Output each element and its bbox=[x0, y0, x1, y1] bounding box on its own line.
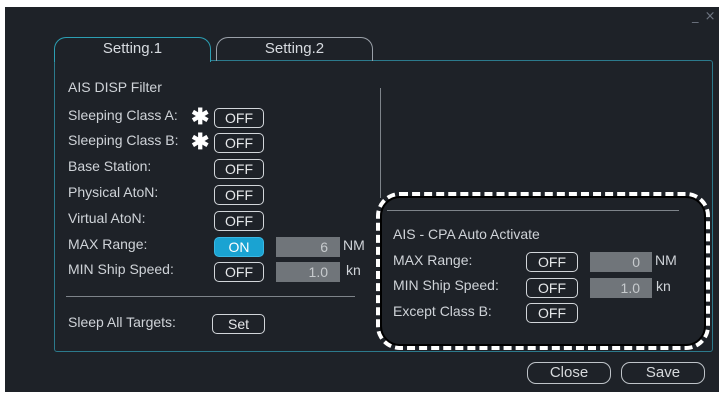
sleeping-class-b-label: Sleeping Class B: bbox=[68, 132, 179, 148]
sleep-all-targets-set-button[interactable]: Set bbox=[212, 314, 265, 334]
cpa-max-range-field[interactable]: 0 bbox=[590, 252, 652, 272]
cpa-min-ship-speed-field[interactable]: 1.0 bbox=[590, 278, 652, 298]
virtual-aton-toggle[interactable]: OFF bbox=[214, 211, 264, 231]
cpa-min-ship-speed-unit: kn bbox=[656, 278, 671, 294]
virtual-aton-label: Virtual AtoN: bbox=[68, 210, 146, 226]
min-ship-speed-field[interactable]: 1.0 bbox=[276, 262, 340, 282]
base-station-toggle[interactable]: OFF bbox=[214, 159, 264, 179]
cpa-max-range-toggle[interactable]: OFF bbox=[526, 252, 578, 272]
ais-disp-filter-title: AIS DISP Filter bbox=[68, 79, 162, 95]
save-button[interactable]: Save bbox=[621, 362, 705, 384]
max-range-field[interactable]: 6 bbox=[276, 237, 340, 257]
tab-setting-1[interactable]: Setting.1 bbox=[54, 37, 211, 62]
min-ship-speed-unit: kn bbox=[346, 262, 361, 278]
except-class-b-toggle[interactable]: OFF bbox=[526, 303, 578, 323]
sleeping-class-a-toggle[interactable]: OFF bbox=[214, 108, 264, 128]
section-divider bbox=[66, 296, 355, 297]
max-range-label: MAX Range: bbox=[68, 236, 148, 252]
sleeping-class-a-label: Sleeping Class A: bbox=[68, 107, 178, 123]
physical-aton-toggle[interactable]: OFF bbox=[214, 185, 264, 205]
asterisk-marker-icon: ✱ bbox=[191, 104, 210, 129]
min-ship-speed-toggle[interactable]: OFF bbox=[214, 262, 264, 282]
min-ship-speed-label: MIN Ship Speed: bbox=[68, 261, 174, 277]
cpa-auto-activate-title: AIS - CPA Auto Activate bbox=[393, 226, 540, 242]
except-class-b-label: Except Class B: bbox=[393, 303, 492, 319]
close-button[interactable]: Close bbox=[527, 362, 611, 384]
tab-setting-2[interactable]: Setting.2 bbox=[216, 37, 373, 61]
physical-aton-label: Physical AtoN: bbox=[68, 184, 159, 200]
base-station-label: Base Station: bbox=[68, 158, 152, 174]
sleep-all-targets-label: Sleep All Targets: bbox=[68, 314, 176, 330]
window-controls[interactable]: _ × bbox=[692, 9, 718, 24]
asterisk-marker-icon: ✱ bbox=[191, 129, 210, 154]
max-range-toggle[interactable]: ON bbox=[214, 237, 264, 257]
cpa-min-ship-speed-toggle[interactable]: OFF bbox=[526, 278, 578, 298]
sleeping-class-b-toggle[interactable]: OFF bbox=[214, 133, 264, 153]
column-divider bbox=[380, 88, 381, 198]
max-range-unit: NM bbox=[343, 237, 365, 253]
cpa-section-divider bbox=[387, 210, 679, 211]
cpa-min-ship-speed-label: MIN Ship Speed: bbox=[393, 277, 499, 293]
cpa-max-range-label: MAX Range: bbox=[393, 252, 473, 268]
cpa-max-range-unit: NM bbox=[655, 252, 677, 268]
